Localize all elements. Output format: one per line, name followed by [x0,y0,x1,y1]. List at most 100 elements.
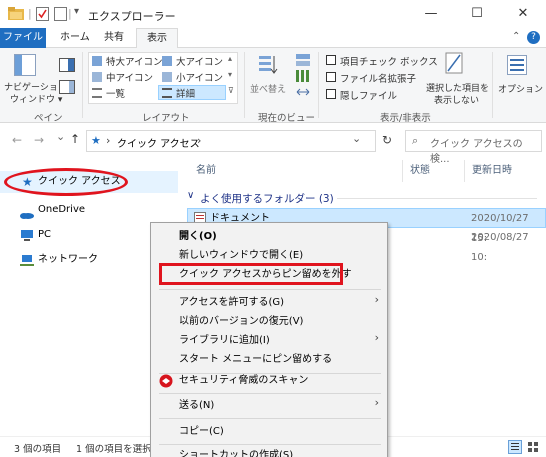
hide-selected-label-2[interactable]: 表示しない [434,93,479,106]
address-bar[interactable]: ★ › クイック アクセス › ⌄ [86,130,376,152]
navigation-pane-dropdown[interactable]: ウィンドウ ▾ [10,92,62,105]
layout-small[interactable]: 小アイコン [176,70,223,84]
search-icon: ⌕ [412,134,419,147]
ribbon-collapse-icon[interactable]: ⌃ [512,31,520,42]
search-box[interactable]: ⌕ クイック アクセスの検... [405,130,542,165]
options-button[interactable]: オプション [498,82,543,95]
menu-separator [159,444,381,445]
layout-extra-large[interactable]: 特大アイコン [106,54,163,68]
row-date: 2020/08/27 10: [471,232,529,263]
ribbon-separator-3 [318,52,319,118]
help-icon[interactable]: ? [527,31,540,44]
quick-access-star-icon: ★ [91,134,101,147]
ribbon-separator-2 [244,52,245,118]
menu-item-send-to[interactable]: 送る(N) [179,396,214,415]
file-extension-checkbox[interactable] [326,72,336,82]
submenu-arrow-icon: › [374,396,379,409]
nav-item-onedrive[interactable]: OneDrive [0,199,178,221]
nav-item-label: PC [38,229,52,240]
hidden-files-label[interactable]: 隠しファイル [340,88,397,102]
hide-selected-icon[interactable] [444,52,464,76]
path-separator-2[interactable]: › [197,134,201,147]
menu-separator [159,418,381,419]
tab-file[interactable]: ファイル [0,28,46,48]
navigation-pane-icon[interactable] [14,54,36,76]
chevron-down-icon[interactable]: ∨ [187,190,194,201]
size-columns-icon[interactable] [296,86,310,98]
highlight-box-unpin [159,263,343,285]
address-dropdown-icon[interactable]: ⌄ [352,132,361,145]
hidden-files-checkbox[interactable] [326,89,336,99]
menu-item-create-shortcut[interactable]: ショートカットの作成(S) [179,446,293,457]
ribbon-tabs: ファイル ホーム 共有 表示 ⌃ ? [0,28,546,49]
group-by-icon[interactable] [296,54,310,66]
sort-by-icon[interactable] [256,54,278,76]
recent-locations-button[interactable]: ⌄ [56,130,65,143]
file-extension-label[interactable]: ファイル名拡張子 [340,71,416,85]
details-view-icon[interactable] [508,440,522,454]
layout-scroll-up[interactable]: ▴ [228,54,232,63]
ribbon-separator-4 [492,52,493,118]
sort-by-button[interactable]: 並べ替え [250,82,286,95]
folder-icon [8,7,24,20]
layout-more[interactable]: ⊽ [228,86,234,95]
submenu-arrow-icon: › [374,293,379,306]
layout-group-label: レイアウト [142,113,190,124]
column-header-name[interactable]: 名前 [196,160,216,182]
menu-item-copy[interactable]: コピー(C) [179,422,224,441]
back-button[interactable]: ← [12,133,22,147]
layout-scroll-down[interactable]: ▾ [228,70,232,79]
menu-item-restore-versions[interactable]: 以前のバージョンの復元(V) [179,312,303,331]
properties-icon[interactable] [36,7,49,21]
tab-home[interactable]: ホーム [50,28,100,48]
submenu-arrow-icon: › [374,331,379,344]
status-item-count: 3 個の項目 [14,444,62,455]
preview-pane-icon[interactable] [59,58,75,72]
extra-large-icons-icon [92,56,102,66]
details-pane-icon[interactable] [59,80,75,94]
menu-item-open[interactable]: 開く(O) [179,227,217,246]
new-folder-icon[interactable] [54,7,67,21]
item-checkbox[interactable] [326,55,336,65]
status-selected-count: 1 個の項目を選択 [76,444,152,455]
quick-access-toolbar-dropdown-icon[interactable]: ▾ [74,6,79,17]
breadcrumb-quick-access[interactable]: クイック アクセス [117,135,200,150]
menu-separator [159,289,381,290]
up-button[interactable]: ↑ [70,132,80,146]
add-columns-icon[interactable] [296,70,310,82]
small-icons-icon [162,72,172,82]
column-header-modified[interactable]: 更新日時 [472,160,512,182]
pane-group-label: ペイン [34,113,63,124]
path-separator[interactable]: › [106,134,110,147]
close-button[interactable]: ✕ [500,0,546,28]
window-title: エクスプローラー [88,10,176,23]
title-separator: | [28,7,32,20]
pc-icon [20,229,34,241]
column-header-status[interactable]: 状態 [410,160,430,182]
tab-share[interactable]: 共有 [94,28,134,48]
group-header[interactable]: ∨ よく使用するフォルダー (3) [187,190,546,206]
tab-view[interactable]: 表示 [136,28,178,49]
options-icon[interactable] [506,54,528,76]
address-row: ← → ⌄ ↑ ★ › クイック アクセス › ⌄ ↻ ⌕ クイック アクセスの… [0,124,546,165]
highlight-ellipse-quick-access [4,168,128,196]
menu-item-add-to-library[interactable]: ライブラリに追加(I) [179,331,270,350]
nav-item-label: OneDrive [38,204,86,215]
menu-item-security-scan[interactable]: セキュリティ脅威のスキャン [179,371,308,390]
refresh-button[interactable]: ↻ [382,133,392,147]
list-icon [92,88,102,98]
layout-large[interactable]: 大アイコン [176,54,223,68]
column-divider-2 [464,160,465,182]
ribbon: ナビゲーション ウィンドウ ▾ ペイン 特大アイコン 大アイコン 中アイコン 小… [0,48,546,124]
maximize-button[interactable]: ☐ [454,0,500,28]
large-icons-view-icon[interactable] [526,440,540,454]
forward-button[interactable]: → [34,133,44,147]
layout-list[interactable]: 一覧 [106,86,125,100]
item-checkbox-label[interactable]: 項目チェック ボックス [340,54,438,68]
menu-separator [159,393,381,394]
menu-item-give-access[interactable]: アクセスを許可する(G) [179,293,284,312]
layout-medium[interactable]: 中アイコン [106,70,153,84]
layout-details[interactable]: 詳細 [176,86,195,100]
menu-item-pin-to-start[interactable]: スタート メニューにピン留めする [179,350,332,369]
minimize-button[interactable]: — [408,0,454,28]
